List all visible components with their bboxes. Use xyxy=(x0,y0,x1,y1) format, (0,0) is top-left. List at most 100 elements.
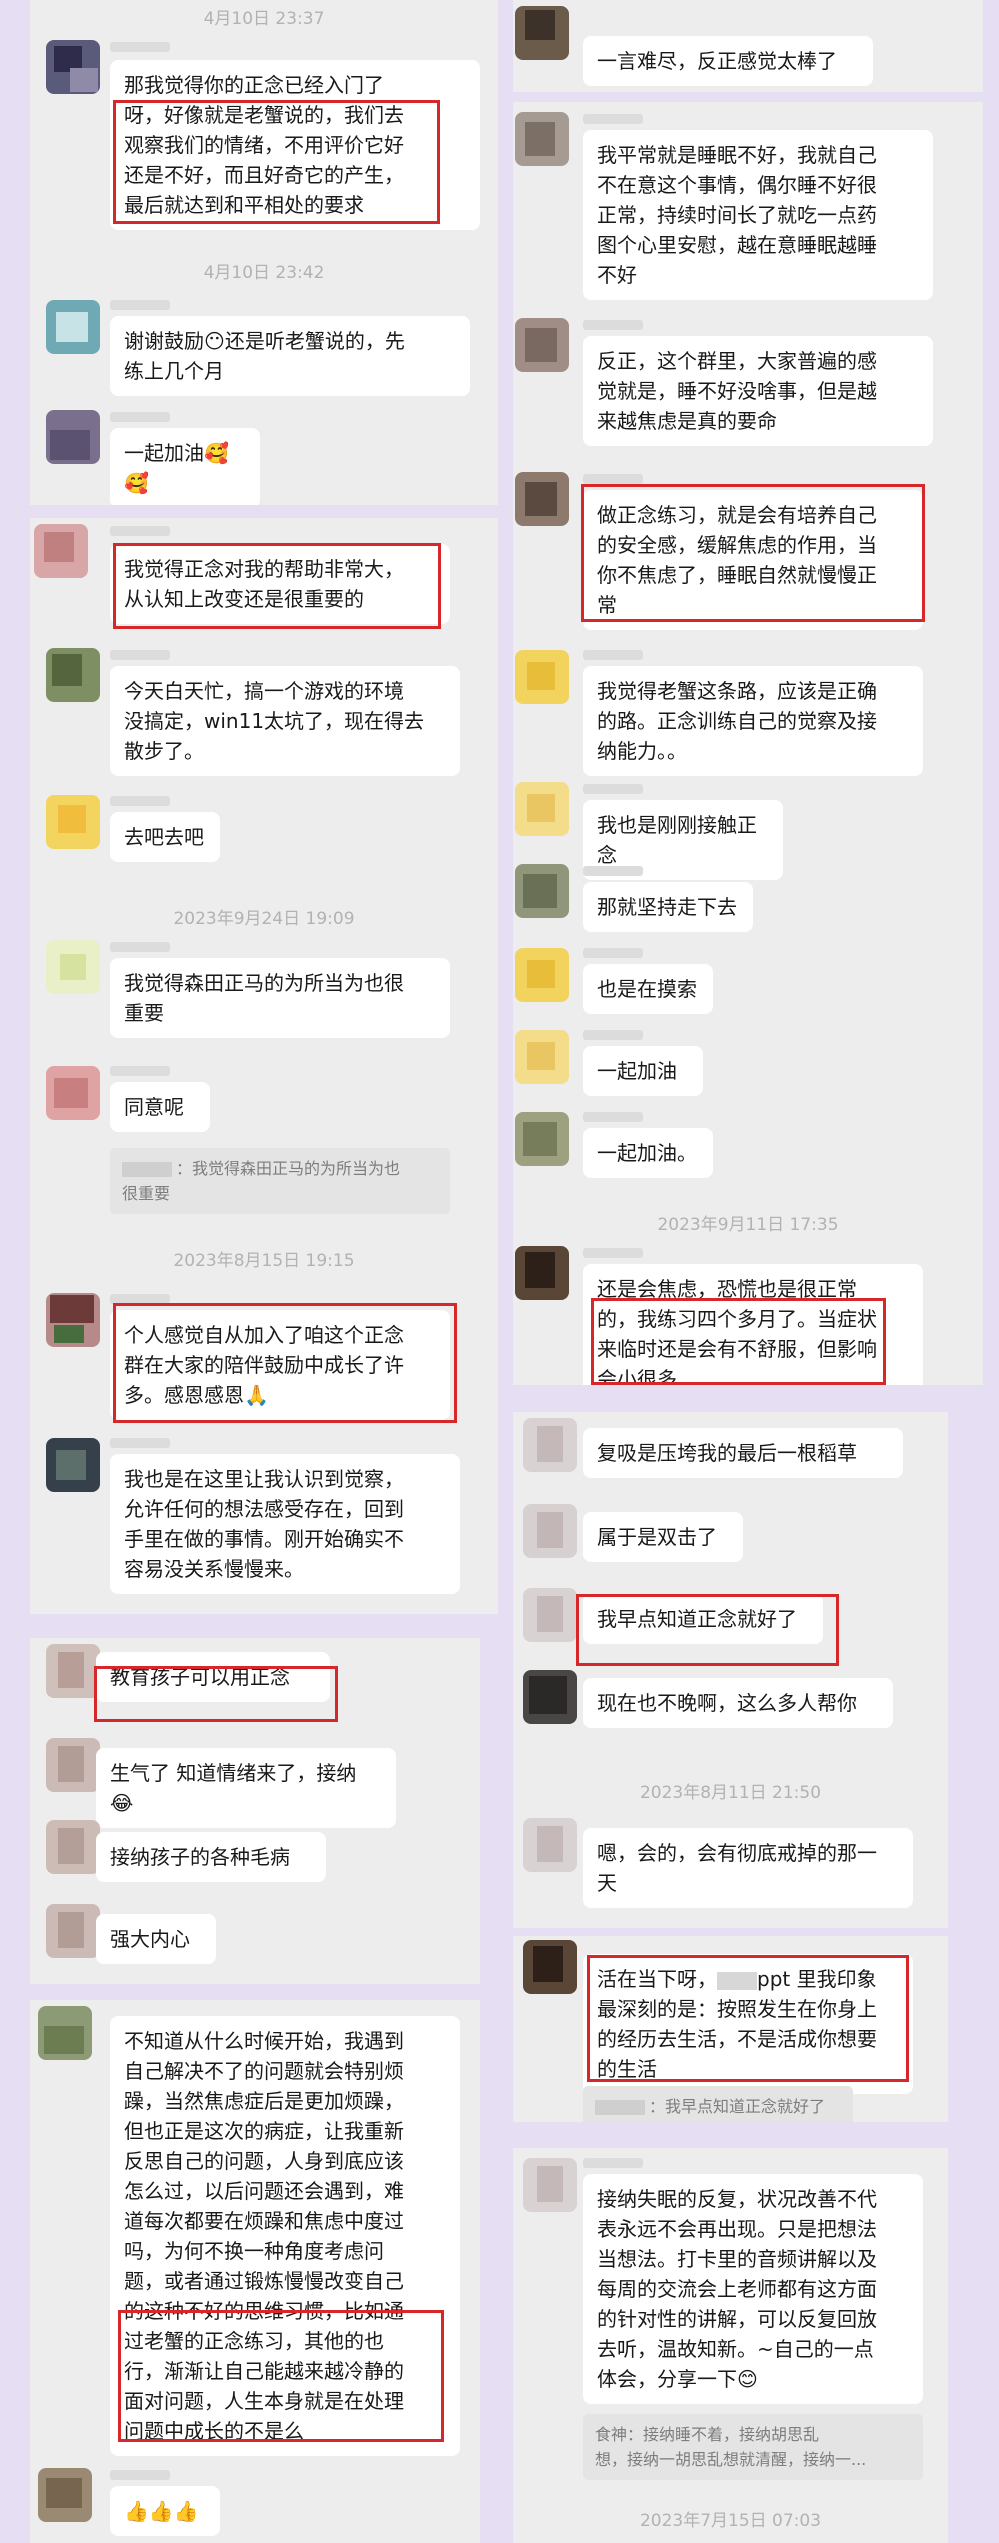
avatar[interactable] xyxy=(523,2158,577,2212)
message-bubble[interactable]: 我平常就是睡眠不好，我就自己 不在意这个事情，偶尔睡不好很 正常，持续时间长了就… xyxy=(583,130,933,300)
avatar[interactable] xyxy=(523,1818,577,1872)
avatar[interactable] xyxy=(46,410,100,464)
avatar[interactable] xyxy=(515,1030,569,1084)
avatar[interactable] xyxy=(46,648,100,702)
avatar[interactable] xyxy=(515,6,569,60)
highlight-box xyxy=(113,543,441,629)
sender-name xyxy=(583,1112,643,1122)
avatar[interactable] xyxy=(523,1504,577,1558)
avatar[interactable] xyxy=(523,1940,577,1994)
timestamp: 2023年9月24日 19:09 xyxy=(173,909,355,929)
message-bubble[interactable]: 复吸是压垮我的最后一根稻草 xyxy=(583,1428,903,1478)
avatar[interactable] xyxy=(46,1293,100,1347)
avatar[interactable] xyxy=(34,524,88,578)
avatar[interactable] xyxy=(523,1670,577,1724)
timestamp: 2023年9月11日 17:35 xyxy=(657,1215,839,1235)
avatar[interactable] xyxy=(515,318,569,372)
avatar[interactable] xyxy=(46,1438,100,1492)
sender-name xyxy=(583,114,643,124)
avatar[interactable] xyxy=(515,1112,569,1166)
message-bubble[interactable]: 一言难尽，反正感觉太棒了 xyxy=(583,36,873,86)
chat-panel: 我觉得正念对我的帮助非常大， 从认知上改变还是很重要的 今天白天忙，搞一个游戏的… xyxy=(30,518,498,1614)
chat-panel: 我平常就是睡眠不好，我就自己 不在意这个事情，偶尔睡不好很 正常，持续时间长了就… xyxy=(513,102,983,1385)
avatar[interactable] xyxy=(46,795,100,849)
timestamp: 2023年8月11日 21:50 xyxy=(639,1783,822,1803)
highlight-box xyxy=(581,484,925,622)
avatar[interactable] xyxy=(46,40,100,94)
chat-panel: 4月10日 23:37 那我觉得你的正念已经入门了 呀，好像就是老蟹说的，我们去… xyxy=(30,0,498,505)
avatar[interactable] xyxy=(515,1246,569,1300)
message-bubble[interactable]: 一起加油🥰🥰 xyxy=(110,428,260,505)
highlight-box xyxy=(576,1594,839,1666)
avatar[interactable] xyxy=(515,472,569,526)
sender-name xyxy=(583,320,643,330)
message-bubble[interactable]: 接纳孩子的各种毛病 xyxy=(96,1832,326,1882)
highlight-box xyxy=(118,2310,444,2442)
sender-name xyxy=(583,474,643,484)
highlight-box xyxy=(113,1303,457,1423)
message-bubble[interactable]: 现在也不晚啊，这么多人帮你 xyxy=(583,1678,893,1728)
message-bubble[interactable]: 我也是在这里让我认识到觉察， 允许任何的想法感受存在，回到 手里在做的事情。刚开… xyxy=(110,1454,460,1594)
message-bubble[interactable]: 接纳失眠的反复，状况改善不代 表永远不会再出现。只是把想法 当想法。打卡里的音频… xyxy=(583,2174,923,2404)
chat-panel: 接纳失眠的反复，状况改善不代 表永远不会再出现。只是把想法 当想法。打卡里的音频… xyxy=(513,2148,948,2543)
message-bubble[interactable]: 一起加油 xyxy=(583,1046,703,1096)
message-bubble[interactable]: 今天白天忙，搞一个游戏的环境 没搞定，win11太坑了，现在得去 散步了。 xyxy=(110,666,460,776)
quoted-message: 食神：接纳睡不着，接纳胡思乱 想，接纳一胡思乱想就清醒，接纳一... xyxy=(583,2414,923,2480)
highlight-box xyxy=(94,1666,338,1722)
timestamp: 2023年8月15日 19:15 xyxy=(173,1251,355,1271)
highlight-box xyxy=(591,1298,886,1385)
message-bubble[interactable]: 我觉得森田正马的为所当为也很 重要 xyxy=(110,958,450,1038)
sender-name xyxy=(583,650,643,660)
avatar[interactable] xyxy=(46,1066,100,1120)
sender-name xyxy=(110,796,170,806)
sender-name xyxy=(110,1066,170,1076)
avatar[interactable] xyxy=(523,1418,577,1472)
message-bubble[interactable]: 同意呢 xyxy=(110,1082,210,1132)
message-bubble[interactable]: 一起加油。 xyxy=(583,1128,713,1178)
avatar[interactable] xyxy=(515,112,569,166)
avatar[interactable] xyxy=(46,940,100,994)
chat-panel: 不知道从什么时候开始，我遇到 自己解决不了的问题就会特别烦 躁，当然焦虑症后是更… xyxy=(30,2000,480,2543)
message-bubble[interactable]: 生气了 知道情绪来了，接纳 😂 xyxy=(96,1748,396,1828)
avatar[interactable] xyxy=(523,1588,577,1642)
avatar[interactable] xyxy=(38,2468,92,2522)
message-bubble[interactable]: 我觉得老蟹这条路，应该是正确 的路。正念训练自己的觉察及接 纳能力。。 xyxy=(583,666,923,776)
avatar[interactable] xyxy=(515,948,569,1002)
message-bubble[interactable]: 谢谢鼓励😶还是听老蟹说的，先 练上几个月 xyxy=(110,316,470,396)
avatar[interactable] xyxy=(46,1644,100,1698)
sender-name xyxy=(110,650,170,660)
avatar[interactable] xyxy=(46,1738,100,1792)
sender-name xyxy=(110,300,170,310)
sender-name xyxy=(110,1438,170,1448)
message-bubble[interactable]: 强大内心 xyxy=(96,1914,216,1964)
highlight-box xyxy=(113,100,440,224)
sender-name xyxy=(110,2470,170,2480)
avatar[interactable] xyxy=(38,2006,92,2060)
sender-name xyxy=(110,526,170,536)
message-bubble[interactable]: 去吧去吧 xyxy=(110,812,220,862)
sender-name xyxy=(583,1248,643,1258)
quoted-message: ：我早点知道正念就好了 xyxy=(583,2086,853,2122)
message-bubble[interactable]: 👍👍👍 xyxy=(110,2486,220,2536)
message-bubble[interactable]: 反正，这个群里，大家普遍的感 觉就是，睡不好没啥事，但是越 来越焦虑是真的要命 xyxy=(583,336,933,446)
sender-name xyxy=(583,2158,643,2168)
message-bubble[interactable]: 属于是双击了 xyxy=(583,1512,743,1562)
quoted-sender xyxy=(595,2100,645,2115)
avatar[interactable] xyxy=(515,782,569,836)
sender-name xyxy=(110,42,170,52)
avatar[interactable] xyxy=(46,300,100,354)
highlight-box xyxy=(587,1955,909,2082)
sender-name xyxy=(583,948,643,958)
avatar[interactable] xyxy=(46,1904,100,1958)
message-bubble[interactable]: 那就坚持走下去 xyxy=(583,882,753,932)
sender-name xyxy=(583,784,643,794)
sender-name xyxy=(110,942,170,952)
avatar[interactable] xyxy=(515,864,569,918)
avatar[interactable] xyxy=(46,1820,100,1874)
quoted-sender xyxy=(122,1162,172,1177)
quoted-message: ：我觉得森田正马的为所当为也 很重要 xyxy=(110,1148,450,1214)
avatar[interactable] xyxy=(515,650,569,704)
message-bubble[interactable]: 也是在摸索 xyxy=(583,964,713,1014)
timestamp: 4月10日 23:42 xyxy=(203,263,325,283)
message-bubble[interactable]: 嗯，会的，会有彻底戒掉的那一 天 xyxy=(583,1828,913,1908)
